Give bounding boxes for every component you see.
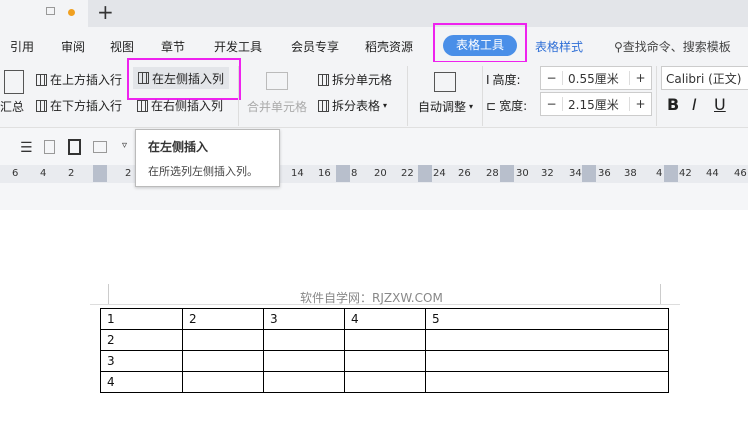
document-tab[interactable]	[0, 0, 88, 27]
table-cell[interactable]	[182, 350, 264, 372]
tab-table-style[interactable]: 表格样式	[535, 38, 583, 55]
menu-resources[interactable]: 稻壳资源	[365, 38, 413, 55]
table-cell[interactable]	[425, 350, 669, 372]
table-cell[interactable]	[425, 329, 669, 351]
table-cell[interactable]	[182, 329, 264, 351]
table-cell[interactable]	[263, 329, 345, 351]
unsaved-dot-icon	[68, 9, 75, 16]
width-stepper[interactable]: −2.15厘米 +	[540, 92, 652, 116]
table-cell[interactable]	[425, 371, 669, 393]
table-cell[interactable]	[182, 371, 264, 393]
chevron-down-icon: ▾	[383, 101, 388, 110]
highlight-box	[433, 23, 527, 63]
height-input[interactable]: 0.55厘米	[563, 70, 629, 87]
table-row: 3	[100, 350, 669, 372]
tooltip-title: 在左侧插入	[148, 140, 209, 154]
row-above-icon	[36, 73, 47, 86]
tooltip-description: 在所选列左侧插入列。	[148, 165, 258, 178]
font-select[interactable]: Calibri (正文)	[661, 66, 748, 90]
height-icon: I	[486, 72, 490, 87]
autofit-button[interactable]: 自动调整 ▾	[418, 98, 473, 115]
split-cell-button[interactable]: 拆分单元格	[318, 71, 392, 88]
table-cell[interactable]: 5	[425, 308, 669, 330]
height-increase-button[interactable]: +	[629, 71, 651, 85]
table-cell[interactable]	[344, 371, 426, 393]
table-cell[interactable]	[263, 371, 345, 393]
chevron-down-icon: ▾	[469, 102, 474, 111]
width-decrease-button[interactable]: −	[541, 97, 563, 111]
tooltip: 在左侧插入 在所选列左侧插入列。	[135, 129, 280, 187]
filter-icon[interactable]: ▿	[122, 140, 127, 151]
align-icon[interactable]: ☰	[20, 140, 33, 156]
menu-view[interactable]: 视图	[110, 38, 134, 55]
summary-icon	[4, 70, 24, 94]
bold-button[interactable]: B	[667, 95, 679, 114]
table-cell[interactable]	[344, 350, 426, 372]
table-cell[interactable]: 2	[100, 329, 183, 351]
search-icon: ⚲	[614, 40, 623, 54]
insert-row-above-button[interactable]: 在上方插入行	[36, 71, 122, 88]
table-cell[interactable]	[263, 350, 345, 372]
menu-section[interactable]: 章节	[161, 38, 185, 55]
summary-button[interactable]: 汇总	[0, 98, 24, 115]
italic-button[interactable]: I	[692, 95, 697, 114]
merge-icon	[266, 72, 288, 90]
underline-button[interactable]: U	[714, 95, 726, 114]
autofit-icon	[434, 72, 456, 92]
table-cell[interactable]	[344, 329, 426, 351]
split-cell-icon	[318, 73, 329, 86]
height-decrease-button[interactable]: −	[541, 71, 563, 85]
page-header-text: 软件自学网：RJZXW.COM	[300, 291, 443, 305]
col-right-icon	[137, 99, 148, 112]
monitor-icon	[46, 7, 55, 15]
split-table-icon	[318, 99, 329, 112]
table-row: 2	[100, 329, 669, 351]
width-icon: ⊏	[486, 98, 497, 113]
menu-member[interactable]: 会员专享	[291, 38, 339, 55]
search-commands[interactable]: ⚲查找命令、搜索模板	[614, 38, 731, 55]
table-icon[interactable]	[93, 141, 107, 153]
table-cell[interactable]: 4	[344, 308, 426, 330]
table-cell[interactable]: 4	[100, 371, 183, 393]
insert-row-below-button[interactable]: 在下方插入行	[36, 97, 122, 114]
insert-col-right-button[interactable]: 在右侧插入列	[137, 97, 223, 114]
document-table[interactable]: 12345234	[100, 308, 669, 393]
merge-cells-button[interactable]: 合并单元格	[247, 98, 307, 115]
width-increase-button[interactable]: +	[629, 97, 651, 111]
copy-icon[interactable]	[44, 140, 55, 154]
menu-review[interactable]: 审阅	[61, 38, 85, 55]
table-row: 4	[100, 371, 669, 393]
table-cell[interactable]: 2	[182, 308, 264, 330]
new-tab-button[interactable]: +	[97, 0, 114, 24]
height-label: I 高度:	[486, 72, 521, 88]
paste-icon[interactable]	[68, 139, 81, 155]
row-below-icon	[36, 99, 47, 112]
menu-dev[interactable]: 开发工具	[214, 38, 262, 55]
table-cell[interactable]: 3	[100, 350, 183, 372]
width-label: ⊏ 宽度:	[486, 98, 528, 114]
width-input[interactable]: 2.15厘米	[563, 96, 629, 113]
table-cell[interactable]: 3	[263, 308, 345, 330]
table-row: 12345	[100, 308, 669, 330]
table-cell[interactable]: 1	[100, 308, 183, 330]
split-table-button[interactable]: 拆分表格 ▾	[318, 97, 387, 114]
menu-ref[interactable]: 引用	[10, 38, 34, 55]
height-stepper[interactable]: −0.55厘米 +	[540, 66, 652, 90]
highlight-box	[127, 58, 241, 100]
